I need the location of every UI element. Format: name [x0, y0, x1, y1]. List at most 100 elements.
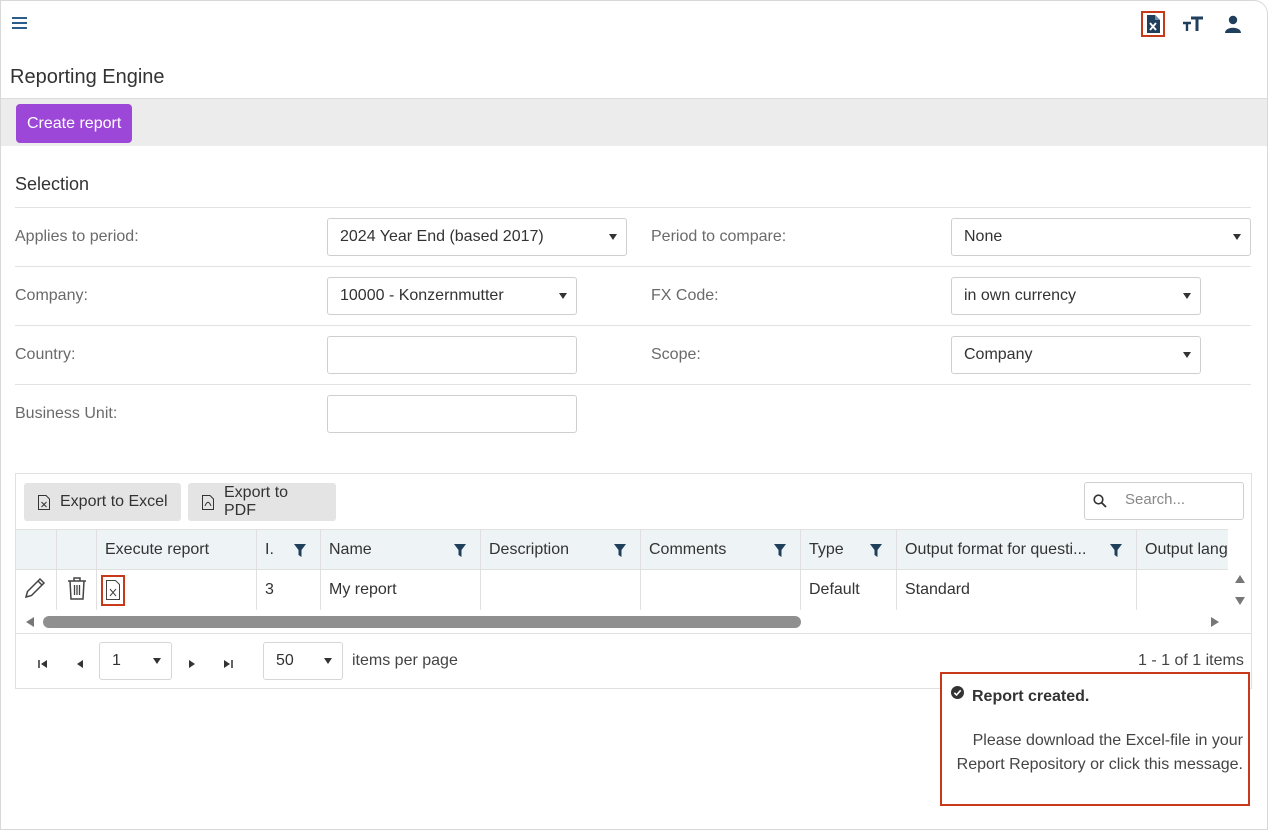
header-label: Name: [329, 540, 372, 558]
export-pdf-label: Export to PDF: [224, 484, 289, 519]
scope-select[interactable]: Company: [951, 336, 1201, 374]
header-output-language[interactable]: Output lang: [1137, 530, 1228, 569]
font-size-icon[interactable]: [1181, 11, 1205, 37]
company-label: Company:: [15, 287, 88, 304]
export-excel-label: Export to Excel: [60, 493, 168, 510]
table-row: 3 My report Default Standard: [16, 570, 1228, 610]
export-excel-button[interactable]: Export to Excel: [24, 483, 181, 521]
report-created-toast[interactable]: Report created. Please download the Exce…: [940, 672, 1250, 806]
page-title: Reporting Engine: [10, 66, 165, 88]
type-cell: Default: [801, 570, 897, 610]
name-cell: My report: [321, 570, 481, 610]
filter-icon[interactable]: [870, 544, 882, 562]
applies-to-period-value: 2024 Year End (based 2017): [340, 228, 544, 245]
chevron-down-icon: [1183, 293, 1191, 299]
excel-file-icon: [38, 494, 50, 510]
user-icon[interactable]: [1221, 11, 1245, 37]
last-page-icon[interactable]: [223, 656, 233, 674]
scroll-right-arrow[interactable]: [1211, 617, 1219, 627]
execute-report-cell: [97, 570, 257, 610]
country-input[interactable]: [327, 336, 577, 374]
period-to-compare-select[interactable]: None: [951, 218, 1251, 256]
next-page-icon[interactable]: [188, 656, 196, 674]
comments-cell: [641, 570, 801, 610]
header-label: Output format for questi...: [905, 540, 1087, 558]
output-language-cell: [1137, 570, 1228, 610]
first-page-icon[interactable]: [38, 656, 48, 674]
fx-code-value: in own currency: [964, 287, 1077, 304]
scroll-down-arrow[interactable]: [1235, 597, 1245, 605]
trash-icon[interactable]: [66, 576, 88, 605]
divider: [15, 325, 1251, 326]
header-label: Type: [809, 540, 844, 558]
font-size-icon-glyph: [1183, 16, 1203, 31]
company-select[interactable]: 10000 - Konzernmutter: [327, 277, 577, 315]
scroll-left-arrow[interactable]: [26, 617, 34, 627]
divider: [15, 207, 1251, 208]
period-to-compare-value: None: [964, 228, 1003, 245]
output-format-cell: Standard: [897, 570, 1137, 610]
filter-icon[interactable]: [774, 544, 786, 562]
filter-icon[interactable]: [614, 544, 626, 562]
scope-label: Scope:: [651, 346, 701, 363]
header-label: Comments: [649, 540, 727, 558]
chevron-down-icon: [1233, 234, 1241, 240]
country-label: Country:: [15, 346, 76, 363]
items-per-page-select[interactable]: 50: [263, 642, 343, 680]
scope-value: Company: [964, 346, 1033, 363]
search-input[interactable]: [1125, 491, 1235, 508]
grid-header-row: Execute report I. Name Description Comme…: [16, 529, 1228, 570]
header-name[interactable]: Name: [321, 530, 481, 569]
header-description[interactable]: Description: [481, 530, 641, 569]
fx-code-label: FX Code:: [651, 287, 719, 304]
excel-file-icon[interactable]: [1141, 11, 1165, 37]
scroll-up-arrow[interactable]: [1235, 575, 1245, 583]
page-value: 1: [112, 652, 121, 669]
page-select[interactable]: 1: [99, 642, 172, 680]
applies-to-period-select[interactable]: 2024 Year End (based 2017): [327, 218, 627, 256]
divider: [15, 266, 1251, 267]
chevron-down-icon: [609, 234, 617, 240]
action-bar: Create report: [1, 98, 1267, 146]
chevron-down-icon: [1183, 352, 1191, 358]
edit-icon[interactable]: [23, 576, 47, 605]
user-icon-glyph: [1225, 15, 1241, 33]
header-execute-report[interactable]: Execute report: [97, 530, 257, 569]
pager-summary: 1 - 1 of 1 items: [1138, 652, 1244, 669]
reports-grid: Export to Excel Export to PDF Execute re…: [15, 473, 1252, 689]
header-delete-col: [57, 530, 97, 569]
fx-code-select[interactable]: in own currency: [951, 277, 1201, 315]
execute-report-excel-icon[interactable]: [101, 574, 125, 606]
search-box[interactable]: [1084, 482, 1244, 520]
export-pdf-button[interactable]: Export to PDF: [188, 483, 336, 521]
chevron-down-icon: [153, 658, 161, 664]
filter-icon[interactable]: [294, 544, 306, 562]
header-label: Execute report: [105, 540, 210, 558]
menu-icon[interactable]: [12, 16, 28, 30]
chevron-down-icon: [324, 658, 332, 664]
selection-title: Selection: [15, 174, 90, 194]
items-per-page-value: 50: [276, 652, 294, 669]
header-comments[interactable]: Comments: [641, 530, 801, 569]
header-output-format[interactable]: Output format for questi...: [897, 530, 1137, 569]
filter-icon[interactable]: [1110, 544, 1122, 562]
business-unit-label: Business Unit:: [15, 405, 118, 422]
scrollbar-thumb[interactable]: [43, 616, 801, 628]
create-report-button[interactable]: Create report: [16, 104, 133, 143]
chevron-down-icon: [559, 293, 567, 299]
excel-file-icon-glyph: [1147, 15, 1160, 33]
previous-page-icon[interactable]: [76, 656, 84, 674]
divider: [15, 384, 1251, 385]
header-label: Description: [489, 540, 570, 558]
business-unit-input[interactable]: [327, 395, 577, 433]
header-id[interactable]: I.: [257, 530, 321, 569]
description-cell: [481, 570, 641, 610]
edit-cell: [16, 570, 57, 610]
compare-label: Period to compare:: [651, 228, 787, 245]
header-label: Output lang: [1145, 540, 1228, 558]
id-cell: 3: [257, 570, 321, 610]
filter-icon[interactable]: [454, 544, 466, 562]
header-type[interactable]: Type: [801, 530, 897, 569]
delete-cell: [57, 570, 97, 610]
horizontal-scrollbar[interactable]: [16, 611, 1228, 633]
